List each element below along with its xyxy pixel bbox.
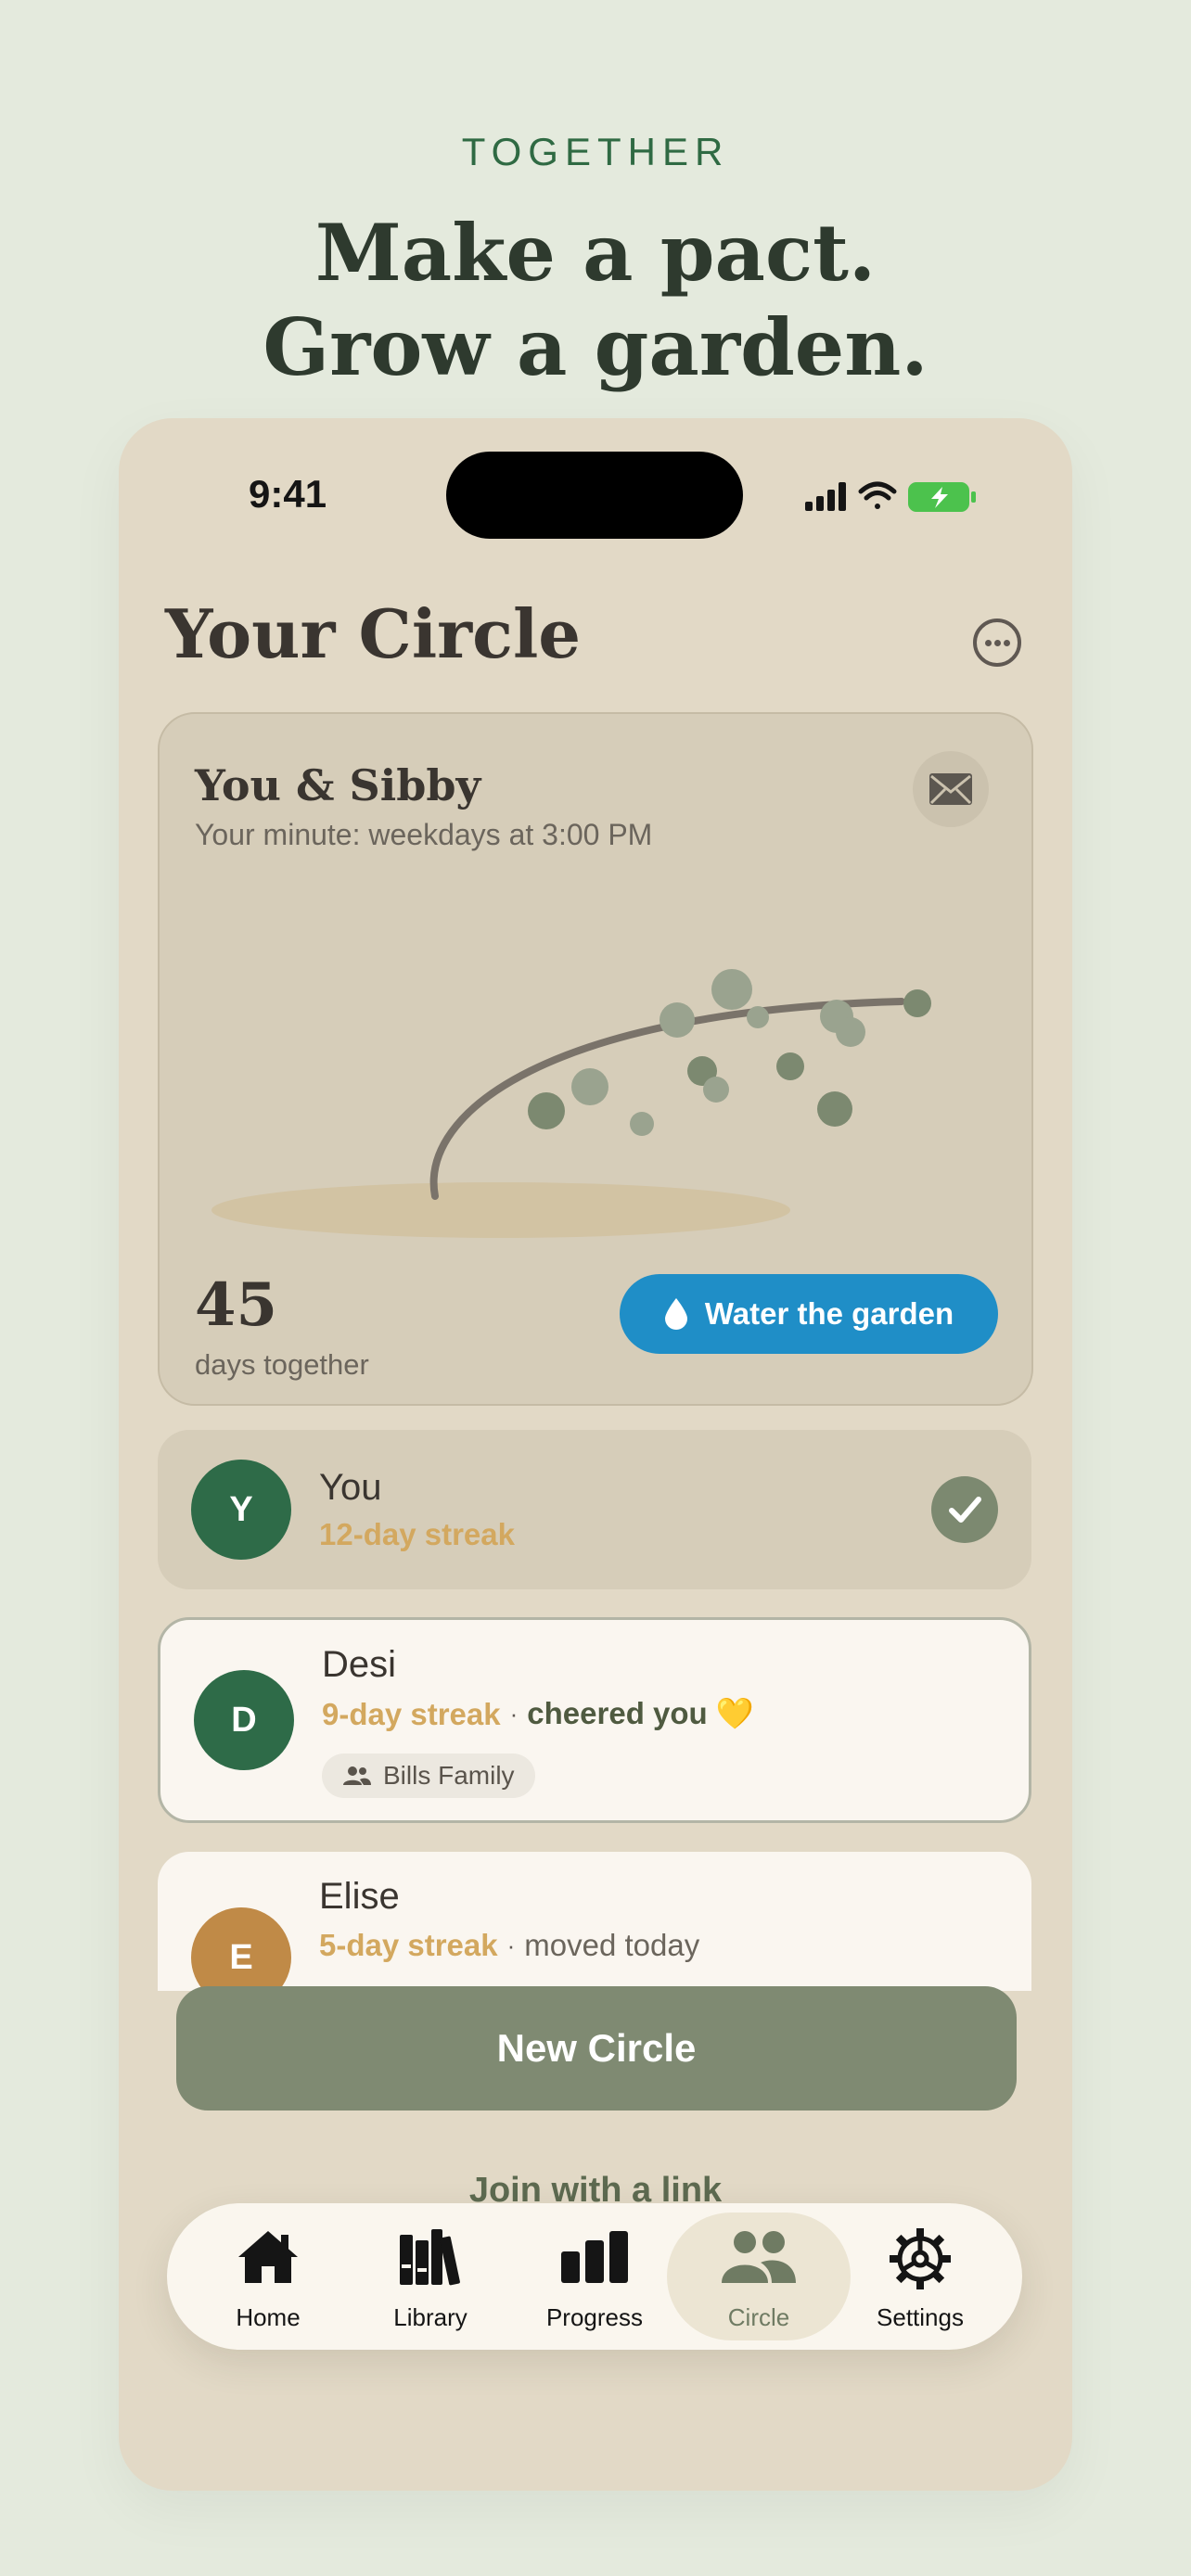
cellular-signal-icon (805, 482, 846, 511)
streak-count: 12-day streak (319, 1517, 515, 1551)
tab-bar: Home Library Progress Circle Settings (167, 2203, 1022, 2350)
separator-dot: · (509, 1700, 519, 1728)
wifi-icon (858, 481, 897, 509)
group-tag: Bills Family (322, 1753, 535, 1798)
headline-line-2: Grow a garden. (263, 301, 928, 393)
people-icon (722, 2231, 796, 2283)
headline-line-1: Make a pact. (314, 207, 877, 299)
tab-library[interactable]: Library (348, 2203, 513, 2350)
checkmark-icon (931, 1476, 998, 1543)
tab-home[interactable]: Home (186, 2203, 351, 2350)
water-drop-icon (664, 1298, 687, 1330)
streak-count: 9-day streak (322, 1696, 501, 1731)
days-together-label: days together (195, 1348, 369, 1381)
tab-progress[interactable]: Progress (512, 2203, 677, 2350)
gear-icon (890, 2228, 951, 2289)
days-together-count: 45 (195, 1270, 278, 1340)
member-name: Desi (322, 1644, 397, 1685)
member-row-elise[interactable]: E Elise 5-day streak · moved today (158, 1852, 1031, 2008)
member-activity: moved today (524, 1928, 700, 1962)
circle-schedule: Your minute: weekdays at 3:00 PM (195, 818, 653, 851)
status-time: 9:41 (249, 472, 327, 516)
avatar: D (194, 1670, 294, 1770)
tab-label: Circle (727, 2303, 790, 2331)
new-circle-button[interactable]: New Circle (176, 1986, 1017, 2111)
tab-label: Progress (545, 2303, 644, 2331)
avatar: Y (191, 1460, 291, 1560)
separator-dot: · (506, 1931, 516, 1959)
member-name: You (319, 1467, 382, 1508)
member-activity: cheered you 💛 (527, 1696, 754, 1730)
headline: Make a pact. Grow a garden. (0, 206, 1191, 395)
group-tag-label: Bills Family (383, 1761, 515, 1790)
message-button[interactable] (913, 751, 989, 827)
garden-plant-illustration (211, 969, 931, 1238)
member-name: Elise (319, 1876, 400, 1917)
circle-name: You & Sibby (195, 760, 481, 810)
member-status-line: 5-day streak · moved today (319, 1928, 699, 1963)
house-icon (238, 2231, 298, 2283)
water-garden-label: Water the garden (704, 1296, 954, 1331)
page-title: Your Circle (165, 594, 582, 673)
tab-settings[interactable]: Settings (838, 2203, 1003, 2350)
tab-label: Library (393, 2303, 467, 2331)
tab-label: Home (236, 2303, 301, 2331)
plant-leaves (528, 969, 931, 1136)
member-status-line: 9-day streak · cheered you 💛 (322, 1696, 754, 1732)
soil-shadow (211, 1182, 790, 1238)
people-icon (343, 1766, 371, 1785)
status-icons (805, 481, 976, 512)
more-options-button[interactable] (973, 618, 1021, 667)
member-row-you[interactable]: Y You 12-day streak (158, 1430, 1031, 1589)
phone-screen: 9:41 Your Circle You & Sibby Your minute… (119, 418, 1072, 2491)
dynamic-island (446, 452, 743, 539)
garden-card[interactable]: You & Sibby Your minute: weekdays at 3:0… (158, 712, 1033, 1406)
streak-count: 5-day streak (319, 1928, 498, 1962)
eyebrow-label: TOGETHER (461, 130, 730, 173)
bar-chart-icon (561, 2231, 628, 2283)
member-status-line: 12-day streak (319, 1517, 515, 1552)
battery-charging-icon (908, 482, 976, 512)
tab-label: Settings (877, 2303, 964, 2331)
envelope-icon (929, 773, 972, 805)
water-garden-button[interactable]: Water the garden (620, 1274, 998, 1354)
tab-circle[interactable]: Circle (667, 2203, 851, 2350)
member-row-desi[interactable]: D Desi 9-day streak · cheered you 💛 Bill… (158, 1617, 1031, 1823)
books-icon (400, 2229, 460, 2286)
